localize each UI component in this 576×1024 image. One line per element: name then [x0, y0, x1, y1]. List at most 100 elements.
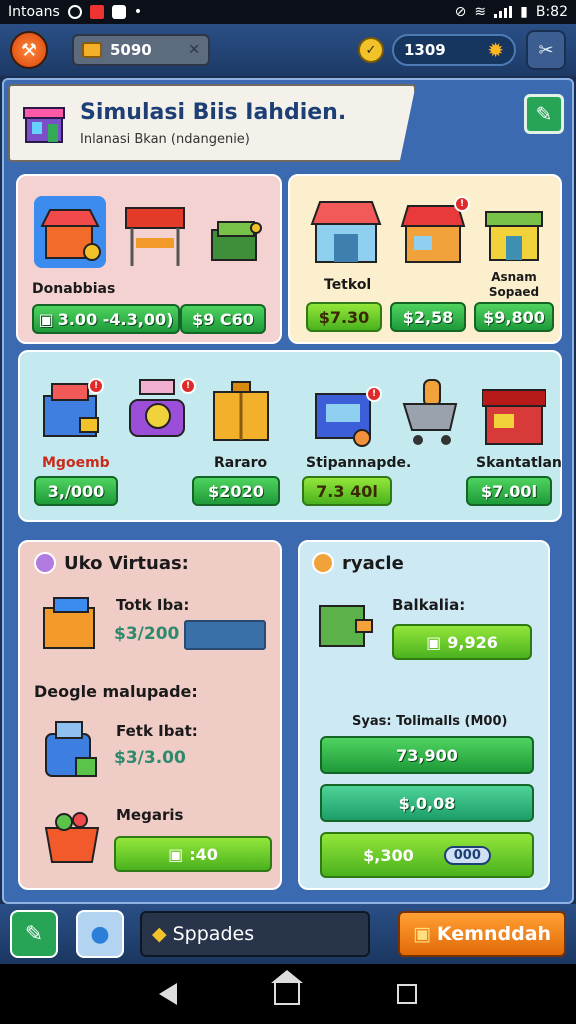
- cash-box-icon: [211, 221, 262, 261]
- coin-counter[interactable]: 5090 ✕: [72, 34, 210, 66]
- wrench-icon: ✂: [538, 39, 554, 61]
- shop-label-c4: Stipannapde.: [306, 455, 412, 471]
- globe-button[interactable]: ●: [76, 910, 124, 958]
- stat-label-d2: Fetk Ibat:: [116, 722, 198, 740]
- store-icon: [310, 201, 382, 263]
- price-button-b2[interactable]: $2,58: [390, 302, 466, 332]
- stat-button-e4[interactable]: $,300 000: [320, 832, 534, 878]
- warehouse-icon: [485, 211, 543, 261]
- shop-item-kiosk[interactable]: [34, 196, 106, 268]
- price-button-c6[interactable]: $7.00l: [466, 476, 552, 506]
- price-button-c4[interactable]: 7.3 40l: [302, 476, 392, 506]
- status-bar: Intoans • ⊘ ≋ ▮ B:82: [0, 0, 576, 24]
- bottom-bar: ✎ ● ◆ Sppades ▣ Kemnddah: [0, 904, 576, 964]
- top-bar: ⚒ 5090 ✕ ✓ 1309 ✹ ✂: [0, 24, 576, 76]
- pencil-icon: ✎: [535, 102, 553, 126]
- shop-label-c1: Mgoemb: [42, 455, 110, 471]
- shop-item-shed[interactable]: [482, 382, 546, 448]
- profile-button[interactable]: ⚒: [10, 31, 48, 69]
- shop-item-register[interactable]: !: [40, 378, 104, 440]
- cash-icon: ▣: [426, 632, 442, 652]
- shop-item-cart[interactable]: [400, 378, 464, 450]
- cube-icon: [45, 721, 97, 777]
- stats-panel-d: Uko Virtuas: Totk Iba: $3/200 Deogle mal…: [18, 540, 282, 890]
- wifi-icon: ≋: [474, 4, 487, 20]
- recent-apps-icon[interactable]: [397, 984, 418, 1004]
- shop-label-c3: Rararo: [214, 455, 268, 471]
- carrier-label: Intoans: [8, 4, 60, 20]
- shop-item-warehouse[interactable]: [484, 204, 544, 264]
- stat-label-d1: Totk Iba:: [116, 596, 190, 614]
- shop-item-crate[interactable]: [210, 380, 272, 444]
- kiosk-icon: [34, 196, 106, 268]
- stat-label-d3: Megaris: [116, 806, 184, 824]
- shop-panel-c: ! Mgoemb 3,/000 ! Rararo $2020 ! Stipann…: [18, 350, 562, 522]
- stat-button-e2[interactable]: 73,900: [320, 736, 534, 774]
- price-button-c3[interactable]: $2020: [192, 476, 280, 506]
- circle-icon: [34, 552, 56, 574]
- cash-counter[interactable]: 1309 ✹: [392, 34, 516, 66]
- shop-label-a: Donabbias: [32, 281, 116, 297]
- ticket-icon: ◆: [152, 923, 167, 945]
- tools-button[interactable]: ✂: [526, 30, 566, 70]
- page-subtitle: Inlanasi Bkan (ndangenie): [80, 132, 250, 147]
- check-badge-icon[interactable]: ✓: [358, 37, 384, 63]
- price-button-b3[interactable]: $9,800: [474, 302, 554, 332]
- price-button-b1[interactable]: $7.30: [306, 302, 382, 332]
- section-title-d2: Deogle malupade:: [34, 682, 198, 701]
- stat-label-e1: Balkalia:: [392, 596, 466, 614]
- supply-box-icon: [319, 605, 373, 647]
- upgrade-button[interactable]: ◆ Sppades: [140, 911, 370, 957]
- stall-icon: [125, 207, 185, 266]
- shop-label-b3: Asnam Sopaed: [488, 270, 540, 299]
- shop-label-b1: Tetkol: [324, 277, 372, 293]
- home-icon[interactable]: [270, 970, 303, 1005]
- coin-icon: [312, 552, 334, 574]
- chest-icon: ▣: [412, 923, 431, 945]
- clock-label: B:82: [535, 4, 568, 20]
- hammer-icon: ⚒: [20, 39, 38, 61]
- mute-icon: ⊘: [454, 4, 467, 20]
- stat-bar-d1: [184, 620, 266, 650]
- cash-icon: ▣: [38, 309, 54, 329]
- gear-icon: ✹: [487, 38, 504, 62]
- notification-icon: [111, 5, 126, 19]
- back-icon[interactable]: [158, 983, 177, 1005]
- close-icon: ✕: [188, 42, 200, 58]
- coin-value: 5090: [110, 41, 152, 59]
- price-button-a1[interactable]: ▣ 3.00 -4.3,00): [32, 304, 180, 334]
- stat-button-e1[interactable]: ▣ 9,926: [392, 624, 532, 660]
- value-badge: 000: [443, 845, 491, 865]
- price-button-a2[interactable]: $9 C60: [180, 304, 266, 334]
- shop-label-c6: Skantatlan: [476, 455, 562, 471]
- build-button[interactable]: ✎: [10, 910, 58, 958]
- cart-icon: [402, 379, 458, 445]
- shop-item-printer[interactable]: !: [312, 386, 382, 448]
- dot-icon: •: [133, 4, 143, 20]
- shop-item-store-1[interactable]: [308, 194, 384, 266]
- app-icon: [89, 5, 104, 19]
- price-button-c1[interactable]: 3,/000: [34, 476, 118, 506]
- crate-icon: [213, 381, 269, 441]
- main-panel: Simulasi Biis Iahdien. Inlanasi Bkan (nd…: [2, 78, 574, 904]
- stat-button-e3[interactable]: $,0,08: [320, 784, 534, 822]
- shop-item-cashbox[interactable]: [208, 216, 264, 266]
- notification-badge: !: [180, 378, 196, 394]
- shop-panel-b: Tetkol ! Asnam Sopaed $7.30 $2,58 $9,800: [288, 174, 562, 344]
- stats-panel-e: ryacle Balkalia: ▣ 9,926 Syas: Tolimalls…: [298, 540, 550, 890]
- basket-icon: [44, 812, 100, 863]
- stat-button-d3[interactable]: ▣ :40: [114, 836, 272, 872]
- shed-icon: [482, 389, 546, 445]
- page-title: Simulasi Biis Iahdien.: [80, 100, 347, 125]
- shop-item-store-2[interactable]: !: [400, 196, 470, 266]
- section-title-e2: Syas: Tolimalls (M00): [352, 714, 508, 729]
- confirm-button[interactable]: ▣ Kemnddah: [398, 911, 566, 957]
- pencil-icon: ✎: [24, 921, 44, 947]
- notification-badge: !: [454, 196, 470, 212]
- battery-icon: ▮: [520, 4, 528, 20]
- globe-icon: ●: [90, 921, 110, 947]
- edit-button[interactable]: ✎: [524, 94, 564, 134]
- shop-item-stall[interactable]: [122, 204, 188, 270]
- shop-item-grinder[interactable]: !: [124, 376, 196, 442]
- system-nav-bar: [0, 964, 576, 1024]
